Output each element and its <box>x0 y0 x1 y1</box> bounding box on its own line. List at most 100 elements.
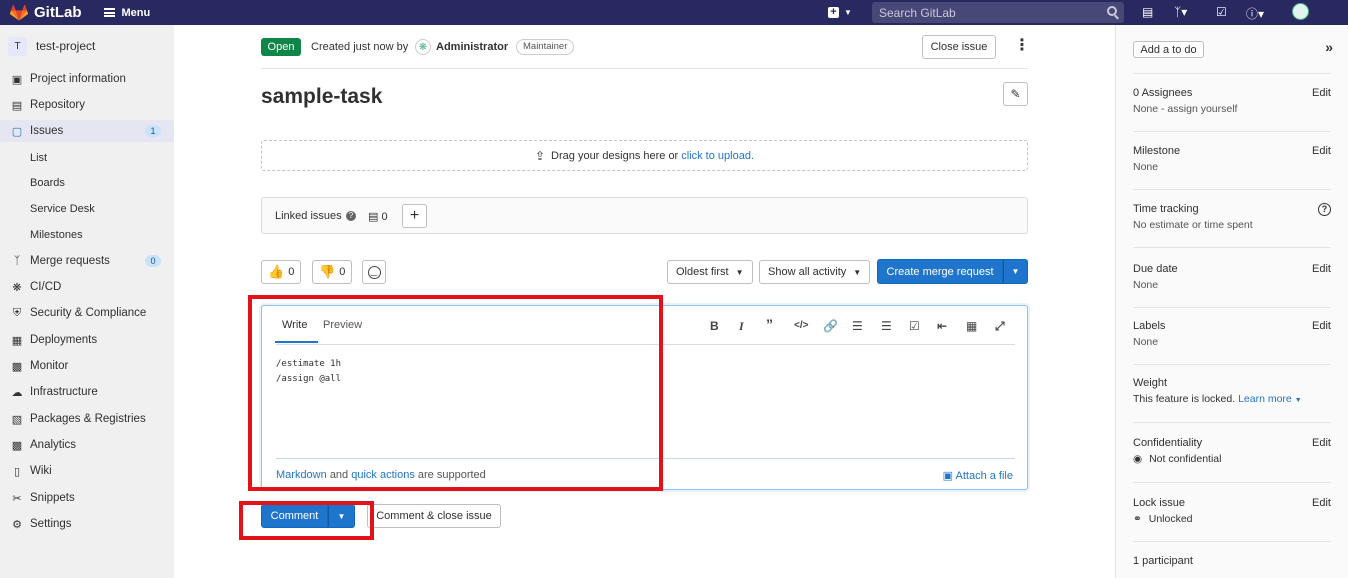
confidentiality-value: ◉ Not confidential <box>1133 453 1331 465</box>
sidebar-subitem-list[interactable]: List <box>30 152 47 164</box>
sidebar-subitem-service-desk[interactable]: Service Desk <box>30 203 95 215</box>
close-issue-button[interactable]: Close issue <box>922 35 996 59</box>
sidebar-item-label: Wiki <box>30 465 52 477</box>
chevron-down-icon: ▼ <box>853 267 862 277</box>
gitlab-logo[interactable]: GitLab <box>10 4 82 21</box>
issues-count-badge: 1 <box>145 125 161 137</box>
link-icon[interactable]: 🔗 <box>823 319 838 333</box>
sidebar-subitem-milestones[interactable]: Milestones <box>30 229 83 241</box>
top-right-area: + ▼ Search GitLab ▤ ᛉ▾ ☑ ⓘ▾ ▼ <box>828 0 1309 32</box>
help-icon[interactable]: ⓘ▾ <box>1246 5 1264 22</box>
chart-icon: ▩ <box>11 439 23 452</box>
sidebar-item-issues[interactable]: ▢ Issues 1 <box>0 120 174 142</box>
chevron-down-icon: ▼ <box>1011 267 1020 276</box>
more-actions-icon[interactable]: ⋮ <box>1014 38 1030 54</box>
header-divider <box>261 68 1028 69</box>
italic-icon[interactable]: I <box>739 319 744 334</box>
collapse-sidebar-icon[interactable]: » <box>1325 39 1333 55</box>
labels-edit-link[interactable]: Edit <box>1312 320 1331 332</box>
confidentiality-section: Confidentiality ◉ Not confidential Edit <box>1133 437 1331 465</box>
package-icon: ▧ <box>11 413 23 426</box>
rp-divider <box>1133 247 1331 248</box>
rp-divider <box>1133 131 1331 132</box>
sidebar-item-packages-registries[interactable]: ▧ Packages & Registries <box>0 408 174 430</box>
search-input[interactable]: Search GitLab <box>872 2 1124 23</box>
sidebar-item-monitor[interactable]: ▩ Monitor <box>0 355 174 377</box>
attach-file-button[interactable]: ▣ Attach a file <box>943 469 1013 482</box>
brand-name: GitLab <box>34 4 82 21</box>
merge-requests-nav-icon[interactable]: ᛉ▾ <box>1174 5 1187 19</box>
add-todo-button[interactable]: Add a to do <box>1133 41 1204 58</box>
issues-icon: ▢ <box>11 125 23 138</box>
create-mr-dropdown-toggle[interactable]: ▼ <box>1003 259 1028 284</box>
menu-button[interactable]: Menu <box>103 7 150 19</box>
participants-label: 1 participant <box>1133 555 1193 567</box>
task-list-icon[interactable]: ☑ <box>909 319 920 333</box>
new-dropdown-button[interactable]: + ▼ <box>828 7 856 18</box>
comment-close-label: Comment & close issue <box>376 510 492 522</box>
thumbs-down-button[interactable]: 👎 0 <box>312 260 353 284</box>
sidebar-item-cicd[interactable]: ❋ CI/CD <box>0 276 174 298</box>
due-date-edit-link[interactable]: Edit <box>1312 263 1331 275</box>
sidebar-item-deployments[interactable]: ▦ Deployments <box>0 329 174 351</box>
author-avatar[interactable]: ❋ <box>415 39 431 55</box>
collapsible-icon[interactable]: ⇤ <box>937 319 947 333</box>
lock-issue-edit-link[interactable]: Edit <box>1312 497 1331 509</box>
lock-icon: ⚭ <box>1133 513 1142 525</box>
thumbs-up-button[interactable]: 👍 0 <box>261 260 302 284</box>
created-text: Created just now by <box>311 41 409 53</box>
fullscreen-icon[interactable]: ⤢ <box>995 319 1005 334</box>
project-header[interactable]: T test-project <box>0 25 174 67</box>
issues-nav-icon[interactable]: ▤ <box>1142 5 1153 19</box>
milestone-edit-link[interactable]: Edit <box>1312 145 1331 157</box>
comment-close-issue-button[interactable]: Comment & close issue <box>367 504 501 528</box>
add-linked-issue-button[interactable]: + <box>402 204 427 228</box>
due-date-section: Due date None Edit <box>1133 263 1331 291</box>
linked-count-value: 0 <box>381 211 388 223</box>
numbered-list-icon[interactable]: ☰ <box>881 319 892 333</box>
sidebar-item-analytics[interactable]: ▩ Analytics <box>0 434 174 456</box>
confidentiality-label: Confidentiality <box>1133 437 1203 449</box>
due-date-value: None <box>1133 279 1159 291</box>
bold-icon[interactable]: B <box>710 319 719 333</box>
confidentiality-edit-link[interactable]: Edit <box>1312 437 1331 449</box>
question-icon[interactable]: ? <box>346 211 356 221</box>
sidebar-subitem-boards[interactable]: Boards <box>30 177 65 189</box>
plus-icon: + <box>409 207 420 224</box>
sidebar-item-wiki[interactable]: ▯ Wiki <box>0 460 174 482</box>
create-merge-request-button[interactable]: Create merge request <box>877 259 1003 284</box>
sidebar-item-infrastructure[interactable]: ☁ Infrastructure <box>0 381 174 403</box>
role-badge: Maintainer <box>516 39 575 55</box>
activity-filter-dropdown[interactable]: Show all activity ▼ <box>759 260 871 284</box>
sidebar-item-security-compliance[interactable]: ⛨ Security & Compliance <box>0 302 174 324</box>
upload-link[interactable]: click to upload. <box>681 150 754 162</box>
design-dropzone[interactable]: ⇪ Drag your designs here or click to upl… <box>261 140 1028 171</box>
sort-dropdown[interactable]: Oldest first ▼ <box>667 260 753 284</box>
learn-more-link[interactable]: Learn more <box>1238 393 1292 405</box>
code-icon[interactable]: </> <box>794 320 808 331</box>
sidebar-item-project-information[interactable]: ▣ Project information <box>0 68 174 90</box>
assignees-edit-link[interactable]: Edit <box>1312 87 1331 99</box>
sidebar-item-settings[interactable]: ⚙ Settings <box>0 513 174 535</box>
sidebar-item-repository[interactable]: ▤ Repository <box>0 94 174 116</box>
rp-divider <box>1133 189 1331 190</box>
todos-nav-icon[interactable]: ☑ <box>1216 5 1227 19</box>
rp-divider <box>1133 73 1331 74</box>
question-icon[interactable]: ? <box>1318 203 1331 216</box>
sidebar-item-snippets[interactable]: ✂ Snippets <box>0 487 174 509</box>
author-name[interactable]: Administrator <box>436 41 508 53</box>
gear-icon: ⚙ <box>12 518 22 531</box>
quote-icon[interactable]: ” <box>766 316 773 332</box>
sidebar-item-merge-requests[interactable]: ᛉ Merge requests 0 <box>0 250 174 272</box>
todo-label: Add a to do <box>1140 43 1197 56</box>
table-icon[interactable]: ▦ <box>966 319 977 333</box>
edit-title-button[interactable]: ✎ <box>1003 82 1028 106</box>
labels-label: Labels <box>1133 320 1166 332</box>
assignees-value[interactable]: None - assign yourself <box>1133 103 1331 115</box>
shield-icon: ⛨ <box>12 306 22 319</box>
time-tracking-value: No estimate or time spent <box>1133 219 1253 231</box>
assignees-section: 0 Assignees None - assign yourself Edit <box>1133 87 1331 115</box>
milestone-value: None <box>1133 161 1159 173</box>
bullet-list-icon[interactable]: ☰ <box>852 319 863 333</box>
add-reaction-button[interactable]: ‿ <box>362 260 386 284</box>
